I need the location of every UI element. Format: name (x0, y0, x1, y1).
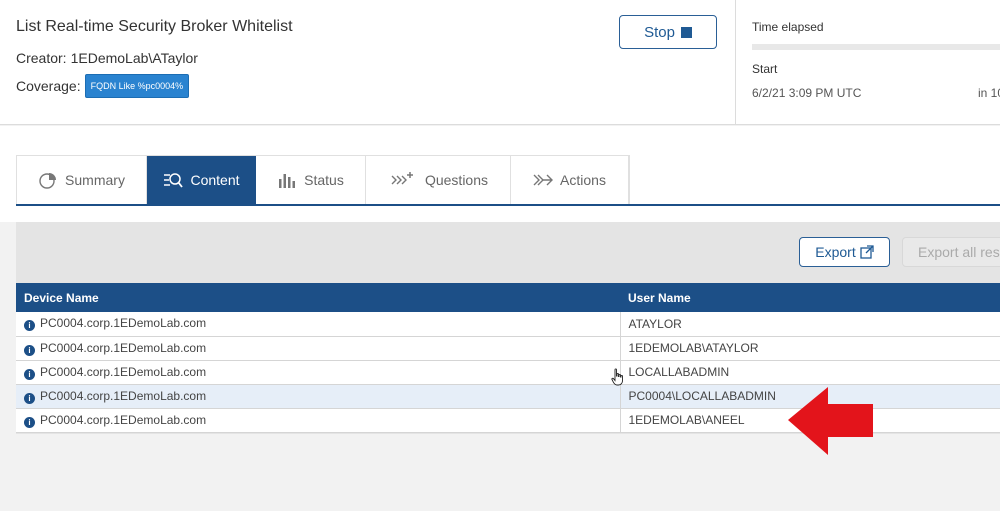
export-button[interactable]: Export (799, 237, 890, 267)
user-name: LOCALLABADMIN (620, 360, 1000, 385)
list-search-icon (164, 173, 184, 188)
export-all-label: Export all res (918, 244, 1000, 260)
table-row[interactable]: i PC0004.corp.1EDemoLab.com LOCALLABADMIN (16, 360, 1000, 385)
tab-summary[interactable]: Summary (17, 156, 147, 204)
info-icon[interactable]: i (24, 344, 35, 356)
user-name: 1EDEMOLAB\ATAYLOR (620, 336, 1000, 361)
pie-chart-icon (39, 173, 57, 189)
start-label: Start (752, 62, 778, 76)
tabs-area: Summary Content Status Questions Actions (0, 126, 1000, 222)
start-value: 6/2/21 3:09 PM UTC (752, 86, 862, 100)
info-icon[interactable]: i (24, 368, 35, 380)
bar-chart-icon (279, 174, 296, 188)
coverage-label: Coverage: (16, 78, 81, 94)
start-values: 6/2/21 3:09 PM UTC in 10 (752, 86, 1000, 100)
creator-label: Creator: (16, 50, 67, 66)
actions-icon (533, 174, 554, 186)
tab-questions-label: Questions (424, 172, 489, 188)
status-panel: Time elapsed Start 6/2/21 3:09 PM UTC in… (752, 20, 1000, 100)
red-arrow-annotation-icon (788, 387, 873, 455)
export-label: Export (815, 244, 856, 260)
tab-content-label: Content (190, 172, 240, 188)
device-name: PC0004.corp.1EDemoLab.com (40, 340, 207, 355)
coverage-badge: FQDN Like %pc0004% (84, 74, 190, 98)
results-toolbar: Export Export all res (16, 222, 1000, 283)
device-name: PC0004.corp.1EDemoLab.com (40, 388, 207, 403)
tab-bar: Summary Content Status Questions Actions (16, 155, 630, 204)
stop-label: Stop (644, 23, 675, 41)
column-header-device-name[interactable]: Device Name (16, 283, 620, 312)
tab-actions[interactable]: Actions (511, 156, 629, 204)
header-divider (735, 0, 736, 125)
table-row[interactable]: i PC0004.corp.1EDemoLab.com ATAYLOR (16, 312, 1000, 337)
device-name: PC0004.corp.1EDemoLab.com (40, 316, 207, 331)
page-title: List Real-time Security Broker Whitelist (16, 18, 293, 35)
tab-questions[interactable]: Questions (366, 156, 511, 204)
time-elapsed-progress-bar (752, 44, 1000, 50)
questions-icon (391, 172, 413, 185)
tab-content[interactable]: Content (147, 156, 256, 204)
device-cell: i PC0004.corp.1EDemoLab.com (16, 408, 621, 433)
question-info: List Real-time Security Broker Whitelist… (16, 18, 293, 98)
tab-summary-label: Summary (65, 172, 125, 188)
question-header: List Real-time Security Broker Whitelist… (0, 0, 1000, 125)
info-icon[interactable]: i (24, 392, 35, 404)
time-elapsed-label: Time elapsed (752, 20, 824, 34)
export-all-results-button[interactable]: Export all res (902, 237, 1000, 267)
table-header-row: Device Name User Name (16, 283, 1000, 312)
column-header-user-name[interactable]: User Name (620, 283, 1000, 312)
tab-actions-label: Actions (560, 172, 606, 188)
user-name: ATAYLOR (620, 312, 1000, 337)
info-icon[interactable]: i (24, 416, 35, 428)
coverage-row: Coverage: FQDN Like %pc0004% (16, 74, 293, 98)
device-cell: i PC0004.corp.1EDemoLab.com (16, 312, 621, 337)
tab-status[interactable]: Status (256, 156, 366, 204)
stop-square-icon (680, 26, 692, 38)
device-cell: i PC0004.corp.1EDemoLab.com (16, 384, 621, 409)
in-value: in 10 (978, 86, 1000, 100)
table-row[interactable]: i PC0004.corp.1EDemoLab.com 1EDEMOLAB\ATA… (16, 336, 1000, 361)
hand-cursor-icon (611, 368, 623, 386)
device-name: PC0004.corp.1EDemoLab.com (40, 412, 207, 427)
tab-status-label: Status (304, 172, 344, 188)
stop-button[interactable]: Stop (619, 15, 717, 49)
device-name: PC0004.corp.1EDemoLab.com (40, 364, 207, 379)
creator-value: 1EDemoLab\ATaylor (70, 50, 198, 66)
device-cell: i PC0004.corp.1EDemoLab.com (16, 360, 621, 385)
creator-row: Creator: 1EDemoLab\ATaylor (16, 50, 293, 66)
info-icon[interactable]: i (24, 320, 35, 332)
external-link-icon (860, 245, 874, 259)
tabs-underline (16, 204, 1000, 206)
device-cell: i PC0004.corp.1EDemoLab.com (16, 336, 621, 361)
